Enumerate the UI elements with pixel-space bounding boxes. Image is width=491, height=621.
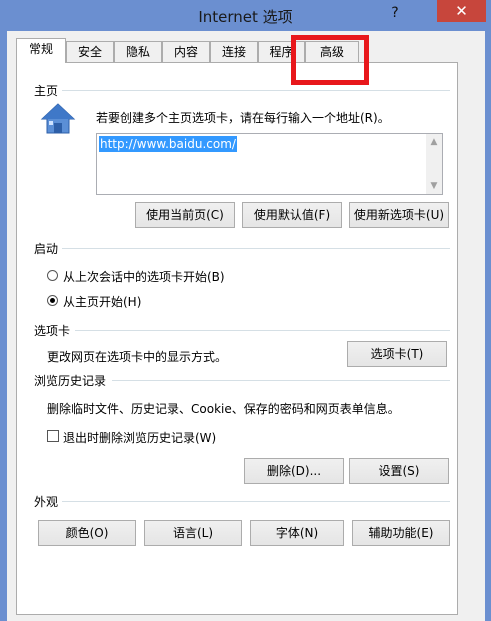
tab-connections[interactable]: 连接: [210, 41, 258, 62]
close-icon: ✕: [455, 2, 468, 20]
scroll-down-icon[interactable]: ▼: [429, 181, 439, 191]
history-divider: [112, 380, 450, 381]
fonts-button[interactable]: 字体(N): [250, 520, 344, 546]
help-button[interactable]: ?: [380, 2, 410, 24]
title-bar: Internet 选项 ? ✕: [0, 0, 491, 31]
colors-button[interactable]: 颜色(O): [38, 520, 136, 546]
startup-divider: [62, 248, 450, 249]
tab-general[interactable]: 常规: [16, 38, 66, 63]
homepage-divider: [62, 90, 450, 91]
startup-home-page-label[interactable]: 从主页开始(H): [63, 293, 141, 310]
homepage-instruction: 若要创建多个主页选项卡，请在每行输入一个地址(R)。: [96, 111, 390, 125]
homepage-url-value: http://www.baidu.com/: [99, 136, 237, 152]
scroll-up-icon[interactable]: ▲: [429, 137, 439, 147]
startup-last-session-radio[interactable]: [47, 270, 58, 281]
tabs-section-label: 选项卡: [34, 324, 71, 338]
home-icon: [40, 103, 76, 134]
radio-selected-dot: [50, 298, 55, 303]
homepage-url-textarea[interactable]: http://www.baidu.com/ ▲ ▼: [96, 133, 443, 195]
appearance-section-label: 外观: [34, 495, 59, 509]
history-settings-button[interactable]: 设置(S): [349, 458, 449, 484]
close-button[interactable]: ✕: [437, 0, 486, 22]
tabs-settings-button[interactable]: 选项卡(T): [347, 341, 447, 367]
tabs-description: 更改网页在选项卡中的显示方式。: [47, 350, 228, 364]
delete-on-exit-label[interactable]: 退出时删除浏览历史记录(W): [63, 429, 216, 446]
appearance-divider: [62, 501, 450, 502]
startup-section-label: 启动: [34, 242, 59, 256]
startup-last-session-label[interactable]: 从上次会话中的选项卡开始(B): [63, 268, 225, 285]
accessibility-button[interactable]: 辅助功能(E): [352, 520, 450, 546]
use-current-button[interactable]: 使用当前页(C): [135, 202, 235, 228]
tab-privacy[interactable]: 隐私: [114, 41, 162, 62]
history-description: 删除临时文件、历史记录、Cookie、保存的密码和网页表单信息。: [47, 402, 400, 416]
languages-button[interactable]: 语言(L): [144, 520, 242, 546]
startup-home-page-radio[interactable]: [47, 295, 58, 306]
tab-content[interactable]: 内容: [162, 41, 210, 62]
use-new-tab-button[interactable]: 使用新选项卡(U): [349, 202, 449, 228]
delete-history-button[interactable]: 删除(D)...: [244, 458, 344, 484]
delete-on-exit-checkbox[interactable]: [47, 430, 59, 442]
tab-security[interactable]: 安全: [66, 41, 114, 62]
use-default-button[interactable]: 使用默认值(F): [242, 202, 342, 228]
homepage-section-label: 主页: [34, 84, 59, 98]
history-section-label: 浏览历史记录: [34, 374, 107, 388]
url-scrollbar[interactable]: ▲ ▼: [426, 134, 442, 194]
tabs-divider: [75, 330, 450, 331]
highlight-box: [291, 35, 369, 85]
window-title: Internet 选项: [198, 8, 293, 26]
